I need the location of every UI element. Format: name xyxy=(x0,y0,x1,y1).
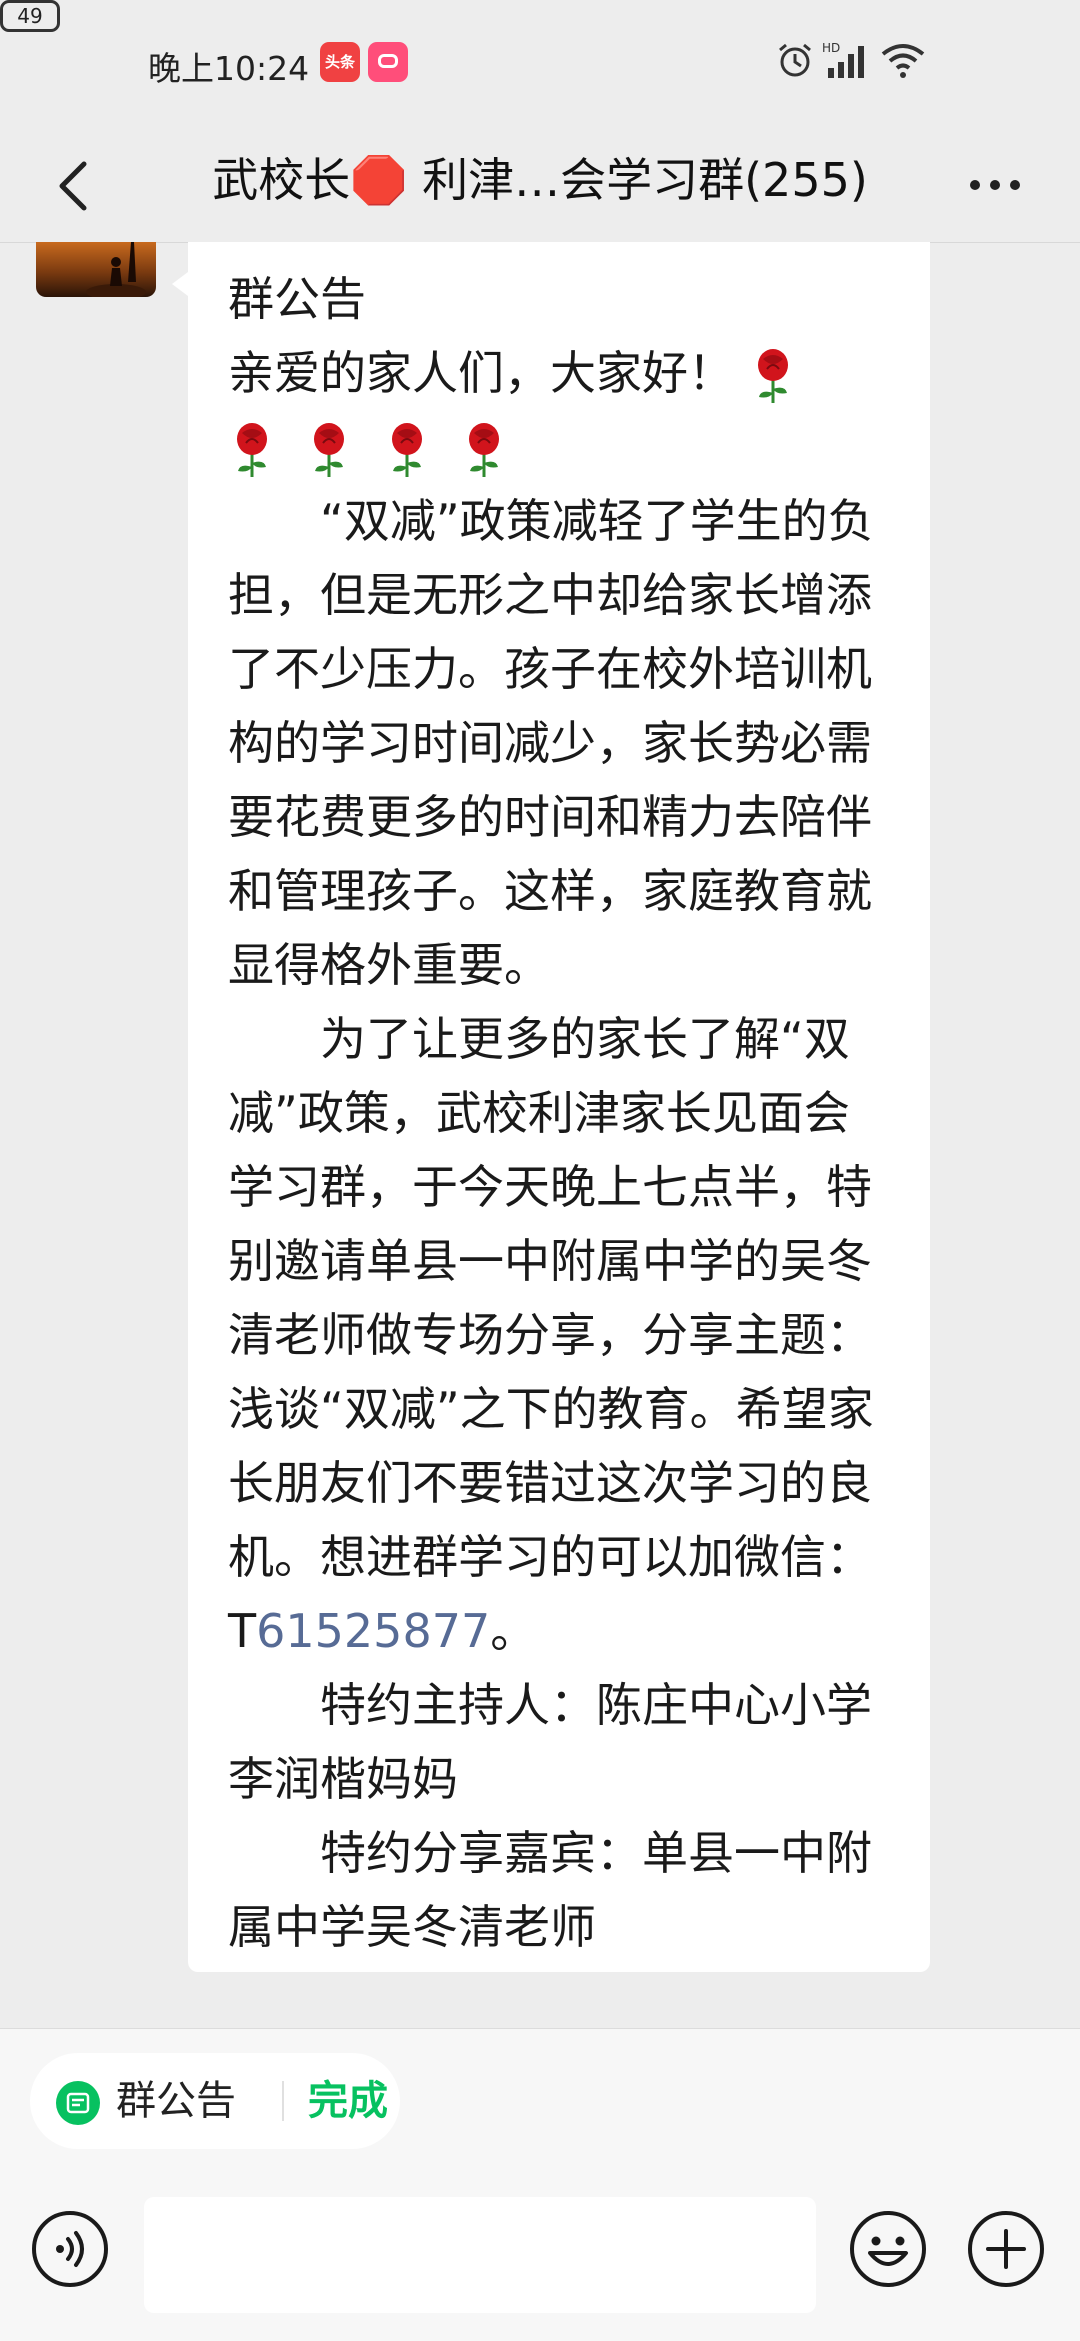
greeting-line: 亲爱的家人们，大家好！ xyxy=(228,336,892,484)
back-button[interactable] xyxy=(30,140,120,230)
status-time: 晚上10:24 xyxy=(148,49,310,88)
rose-emoji-icon xyxy=(468,422,499,477)
voice-button[interactable] xyxy=(30,2209,110,2289)
chat-header: 武校长🛑 利津…会学习群(255) xyxy=(0,130,1080,243)
announcement-chip[interactable]: 群公告 完成 xyxy=(30,2053,400,2149)
emoji-icon xyxy=(850,2211,926,2287)
more-dots-icon xyxy=(970,180,1020,190)
announcement-title: 群公告 xyxy=(228,272,366,326)
avatar-silhouette-icon xyxy=(86,242,146,297)
wifi-icon xyxy=(881,44,925,78)
bottom-bar: 群公告 完成 xyxy=(0,2028,1080,2341)
wechat-id-link[interactable]: 61525877 xyxy=(256,1604,490,1658)
voice-icon xyxy=(32,2211,108,2287)
announcement-icon xyxy=(56,2081,100,2125)
chevron-left-icon xyxy=(59,161,87,211)
notification-app-icon xyxy=(368,42,408,82)
done-button[interactable]: 完成 xyxy=(308,2073,388,2129)
paragraph-2-end: 。 xyxy=(490,1604,537,1658)
more-button[interactable] xyxy=(950,140,1040,230)
announcement-chip-label: 群公告 xyxy=(116,2078,236,2124)
message-bubble[interactable]: 群公告 亲爱的家人们，大家好！ “双减”政策减轻了学生的负担，但是无形之中却给家… xyxy=(188,242,930,1972)
rose-emoji-icon xyxy=(237,422,267,477)
bubble-tail xyxy=(172,272,188,296)
paragraph-2: 为了让更多的家长了解“双减”政策，武校利津家长见面会学习群，于今天晚上七点半，特… xyxy=(228,1002,892,1668)
rose-emoji-icon xyxy=(391,422,422,477)
rose-emoji-icon xyxy=(314,422,345,477)
svg-text:HD: HD xyxy=(822,41,840,55)
paragraph-2-text: 为了让更多的家长了解“双减”政策，武校利津家长见面会学习群，于今天晚上七点半，特… xyxy=(228,1012,874,1658)
alarm-icon xyxy=(779,43,811,77)
status-bar: 晚上10:24 头条 HD 49 xyxy=(0,0,1080,130)
more-functions-button[interactable] xyxy=(966,2209,1046,2289)
chat-title: 武校长🛑 利津…会学习群(255) xyxy=(212,153,868,207)
paragraph-1: “双减”政策减轻了学生的负担，但是无形之中却给家长增添了不少压力。孩子在校外培训… xyxy=(228,494,874,992)
guest-line: 特约分享嘉宾：单县一中附属中学吴冬清老师 xyxy=(228,1826,872,1954)
sender-avatar[interactable] xyxy=(36,242,156,297)
toutiao-app-icon: 头条 xyxy=(320,42,360,82)
chip-divider xyxy=(282,2081,284,2121)
rose-emoji-icon xyxy=(757,348,788,403)
signal-icon: HD xyxy=(822,41,864,78)
host-line: 特约主持人：陈庄中心小学李润楷妈妈 xyxy=(228,1678,872,1806)
battery-icon: 49 xyxy=(0,0,60,32)
greeting-text: 亲爱的家人们，大家好！ xyxy=(228,346,734,400)
emoji-button[interactable] xyxy=(848,2209,928,2289)
plus-icon xyxy=(968,2211,1044,2287)
message-input[interactable] xyxy=(144,2197,816,2313)
